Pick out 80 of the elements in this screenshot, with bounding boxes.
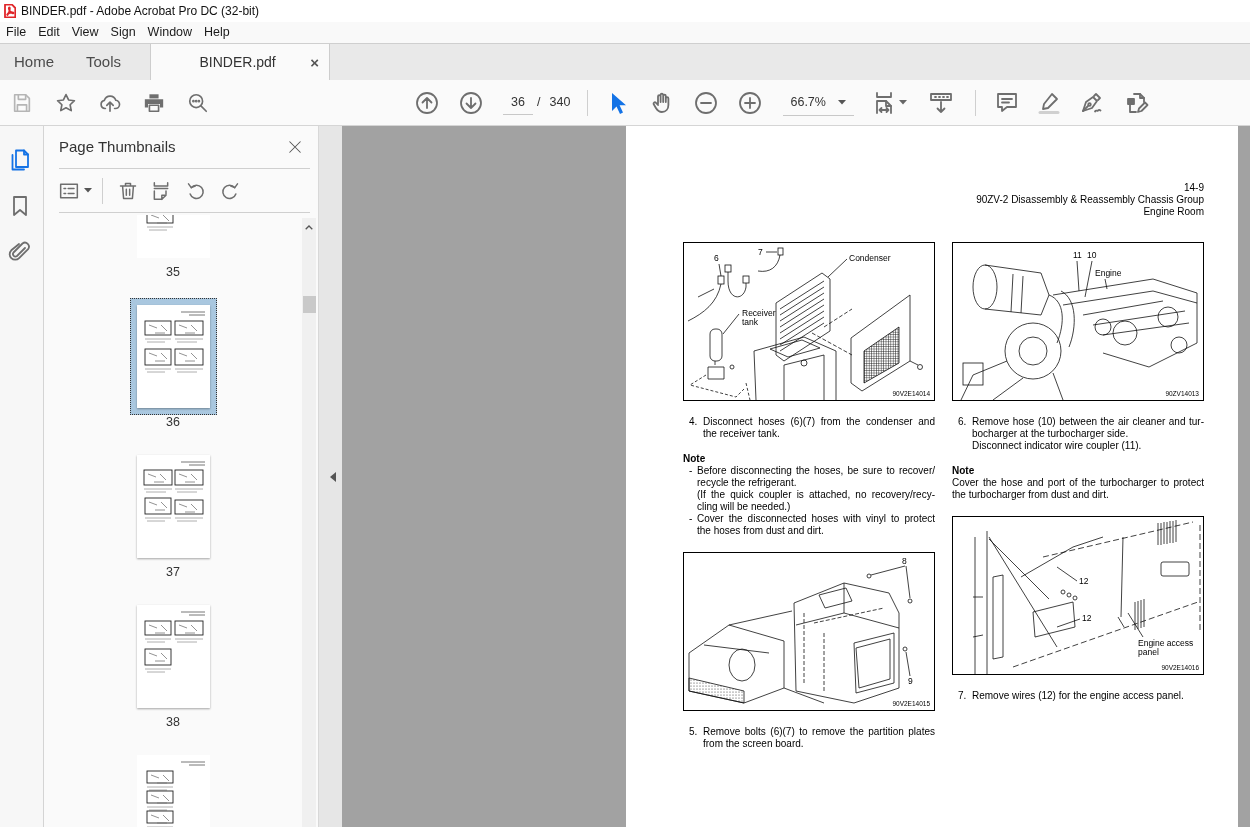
caret-icon[interactable] — [899, 100, 907, 105]
callout-label: 12 — [1079, 577, 1089, 586]
paperclip-icon[interactable] — [8, 240, 32, 264]
page-count: 340 — [549, 94, 572, 112]
page-thumbnail[interactable] — [136, 455, 210, 558]
close-icon[interactable] — [288, 140, 302, 154]
callout-label: 11 — [1073, 251, 1082, 260]
menu-item[interactable]: Sign — [110, 23, 136, 42]
page-bracket-icon[interactable] — [151, 180, 171, 201]
step-text: Remove bolts (6)(7) to remove the partition plates from the screen board. — [703, 726, 935, 750]
trash-icon[interactable] — [118, 180, 138, 201]
scroll-up-icon[interactable] — [305, 225, 313, 230]
caret-icon[interactable] — [84, 188, 92, 193]
page-thumbnail[interactable] — [136, 215, 210, 258]
callout-label: Engine access panel — [1138, 639, 1194, 657]
collapse-arrow-icon[interactable] — [330, 471, 336, 482]
panel-title: Page Thumbnails — [59, 136, 176, 157]
highlighter-icon[interactable] — [1037, 90, 1062, 115]
callout-label: 6 — [714, 254, 719, 263]
callout-label: 10 — [1087, 251, 1097, 260]
chapter-title: 90ZV-2 Disassembly & Reassembly Chassis Group — [976, 194, 1204, 206]
zoom-dropdown[interactable]: 66.7% — [783, 89, 855, 116]
thumbnail-page-number: 37 — [166, 565, 180, 580]
callout-label: 7 — [758, 248, 763, 257]
thumbnail-page-number: 36 — [166, 415, 180, 430]
thumbnail-page-number: 35 — [166, 265, 180, 280]
page-number-label: 14-9 — [1184, 182, 1204, 194]
page-thumbnail[interactable] — [136, 755, 210, 827]
bullet-text: Before disconnecting the hoses, be sure to recover/ recycle the refrigerant. (If the quick coupler is attached, no recovery/recy- cling will be needed.) — [697, 465, 935, 513]
speech-bubble-icon[interactable] — [995, 90, 1020, 115]
bullet-text: Cover the disconnected hoses with vinyl to protect the hoses from dust and dirt. — [697, 513, 935, 537]
callout-label: Engine — [1095, 269, 1122, 278]
thumbnail-page-number: 38 — [166, 715, 180, 730]
up-arrow-circle-icon[interactable] — [415, 90, 439, 115]
note-heading: Note — [683, 453, 707, 465]
menu-item[interactable]: Window — [147, 23, 193, 42]
callout-label: 9 — [908, 677, 913, 686]
page-number-field[interactable]: 36 — [503, 90, 533, 115]
callout-label: 12 — [1082, 614, 1092, 623]
caret-icon[interactable] — [838, 99, 847, 105]
tab[interactable]: BINDER.pdf × — [150, 44, 330, 81]
callout-label: Receiver tank — [742, 309, 776, 327]
minus-circle-icon[interactable] — [694, 90, 719, 115]
scrollbar-thumb[interactable] — [302, 296, 316, 313]
pdf-file-icon — [4, 4, 16, 18]
step-number: 6. — [958, 416, 967, 428]
bullet-dash: - — [689, 513, 693, 525]
tab[interactable]: Home — [0, 44, 72, 80]
step-number: 7. — [958, 690, 967, 702]
callout-label: 8 — [902, 557, 907, 566]
note-heading: Note — [952, 465, 976, 477]
page-pencil-icon[interactable] — [1125, 90, 1150, 115]
menu-item[interactable]: File — [6, 23, 27, 42]
rotate-left-icon[interactable] — [186, 180, 206, 201]
menu-item[interactable]: Edit — [38, 23, 60, 42]
rotate-right-icon[interactable] — [220, 180, 240, 201]
tab-close-button[interactable]: × — [310, 55, 319, 70]
step-text: Remove wires (12) for the engine access panel. — [972, 690, 1185, 702]
callout-label: Condenser — [849, 254, 891, 263]
window-title: BINDER.pdf - Adobe Acrobat Pro DC (32-bit) — [21, 3, 260, 20]
plus-circle-icon[interactable] — [738, 90, 763, 115]
section-title: Engine Room — [1143, 206, 1204, 218]
scrollbar-track[interactable] — [302, 218, 316, 827]
step-text: Disconnect hoses (6)(7) from the condenser and the receiver tank. — [703, 416, 935, 440]
search-icon[interactable] — [187, 91, 209, 114]
page-thumbnail[interactable] — [136, 605, 210, 708]
page-thumbnail[interactable] — [129, 298, 217, 415]
print-icon[interactable] — [143, 91, 165, 114]
tray-down-arrow-icon[interactable] — [929, 90, 954, 115]
step-number: 4. — [689, 416, 698, 428]
star-icon[interactable] — [55, 91, 77, 114]
menu-item[interactable]: Help — [204, 23, 230, 42]
down-arrow-circle-icon[interactable] — [459, 90, 483, 115]
page-separator: / — [537, 94, 541, 112]
menu-item[interactable]: View — [71, 23, 99, 42]
step-number: 5. — [689, 726, 698, 738]
step-text: Remove hose (10) between the air cleaner and tur- bocharger at the turbocharger side. Disconnect indicator wire coupler (11). — [972, 416, 1204, 452]
tab[interactable]: Tools — [72, 44, 150, 80]
bullet-dash: - — [689, 465, 693, 477]
note-text: Cover the hose and port of the turbocharger to protect the turbocharger from dust and dirt. — [952, 477, 1204, 501]
